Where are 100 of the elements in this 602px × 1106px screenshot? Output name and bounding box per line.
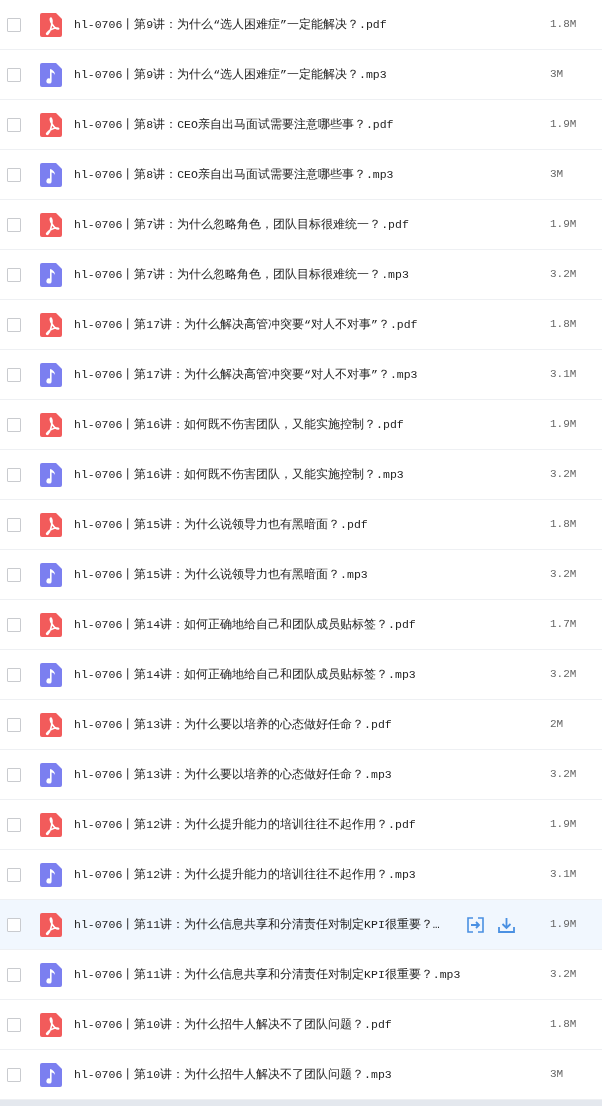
file-name: hl-0706丨第10讲：为什么招牛人解决不了团队问题？.pdf [74, 1016, 393, 1033]
file-name: hl-0706丨第12讲：为什么提升能力的培训往往不起作用？.mp3 [74, 866, 417, 883]
music-file-icon [40, 262, 62, 287]
file-name: hl-0706丨第7讲：为什么忽略角色，团队目标很难统一？.mp3 [74, 266, 410, 283]
file-row[interactable]: hl-0706丨第8讲：CEO亲自出马面试需要注意哪些事？.mp3 3M [0, 150, 602, 200]
checkbox[interactable] [7, 667, 21, 682]
checkbox[interactable] [7, 517, 21, 532]
file-row[interactable]: hl-0706丨第12讲：为什么提升能力的培训往往不起作用？.pdf 1.9M [0, 800, 602, 850]
pdf-file-icon [40, 12, 62, 37]
file-size: 3M [550, 1067, 565, 1083]
file-row[interactable]: hl-0706丨第14讲：如何正确地给自己和团队成员贴标签？.pdf 1.7M [0, 600, 602, 650]
download-icon[interactable] [498, 916, 515, 933]
pdf-file-icon [40, 1012, 62, 1037]
checkbox[interactable] [7, 17, 21, 32]
file-name: hl-0706丨第15讲：为什么说领导力也有黑暗面？.mp3 [74, 566, 369, 583]
checkbox[interactable] [7, 767, 21, 782]
file-size: 3M [550, 67, 565, 83]
file-size: 1.9M [550, 417, 578, 433]
file-size: 1.9M [550, 917, 578, 933]
music-file-icon [40, 862, 62, 887]
pdf-file-icon [40, 912, 62, 937]
checkbox[interactable] [7, 217, 21, 232]
file-name: hl-0706丨第11讲：为什么信息共享和分清责任对制定KPI很重要？… [74, 916, 441, 933]
file-size: 3.1M [550, 867, 578, 883]
file-size: 1.8M [550, 517, 578, 533]
checkbox[interactable] [7, 267, 21, 282]
file-name: hl-0706丨第14讲：如何正确地给自己和团队成员贴标签？.pdf [74, 616, 417, 633]
checkbox[interactable] [7, 467, 21, 482]
file-size: 3.2M [550, 567, 578, 583]
pdf-file-icon [40, 712, 62, 737]
file-name: hl-0706丨第15讲：为什么说领导力也有黑暗面？.pdf [74, 516, 369, 533]
checkbox[interactable] [7, 117, 21, 132]
file-row[interactable]: hl-0706丨第16讲：如何既不伤害团队，又能实施控制？.pdf 1.9M [0, 400, 602, 450]
file-name: hl-0706丨第9讲：为什么“选人困难症”一定能解决？.pdf [74, 16, 388, 33]
file-row[interactable]: hl-0706丨第17讲：为什么解决高管冲突要“对人不对事”？.mp3 3.1M [0, 350, 602, 400]
checkbox[interactable] [7, 167, 21, 182]
file-row[interactable]: hl-0706丨第13讲：为什么要以培养的心态做好任命？.mp3 3.2M [0, 750, 602, 800]
checkbox[interactable] [7, 967, 21, 982]
music-file-icon [40, 562, 62, 587]
checkbox[interactable] [7, 417, 21, 432]
share-icon[interactable] [467, 916, 484, 933]
music-file-icon [40, 362, 62, 387]
file-size: 3.2M [550, 267, 578, 283]
file-name: hl-0706丨第8讲：CEO亲自出马面试需要注意哪些事？.mp3 [74, 166, 395, 183]
file-name: hl-0706丨第7讲：为什么忽略角色，团队目标很难统一？.pdf [74, 216, 410, 233]
pdf-file-icon [40, 112, 62, 137]
file-name: hl-0706丨第8讲：CEO亲自出马面试需要注意哪些事？.pdf [74, 116, 395, 133]
checkbox[interactable] [7, 567, 21, 582]
file-size: 1.9M [550, 817, 578, 833]
file-row[interactable]: hl-0706丨第8讲：CEO亲自出马面试需要注意哪些事？.pdf 1.9M [0, 100, 602, 150]
file-row[interactable]: hl-0706丨第9讲：为什么“选人困难症”一定能解决？.pdf 1.8M [0, 0, 602, 50]
checkbox[interactable] [7, 867, 21, 882]
file-row[interactable]: hl-0706丨第17讲：为什么解决高管冲突要“对人不对事”？.pdf 1.8M [0, 300, 602, 350]
file-name: hl-0706丨第16讲：如何既不伤害团队，又能实施控制？.pdf [74, 416, 405, 433]
checkbox[interactable] [7, 617, 21, 632]
checkbox[interactable] [7, 717, 21, 732]
file-row[interactable]: hl-0706丨第15讲：为什么说领导力也有黑暗面？.mp3 3.2M [0, 550, 602, 600]
pdf-file-icon [40, 212, 62, 237]
file-row[interactable]: hl-0706丨第11讲：为什么信息共享和分清责任对制定KPI很重要？.mp3 3.2M [0, 950, 602, 1000]
music-file-icon [40, 162, 62, 187]
checkbox[interactable] [7, 1017, 21, 1032]
file-size: 3M [550, 167, 565, 183]
file-row[interactable]: hl-0706丨第10讲：为什么招牛人解决不了团队问题？.pdf 1.8M [0, 1000, 602, 1050]
file-size: 1.9M [550, 117, 578, 133]
file-row[interactable]: hl-0706丨第7讲：为什么忽略角色，团队目标很难统一？.mp3 3.2M [0, 250, 602, 300]
checkbox[interactable] [7, 1067, 21, 1082]
pdf-file-icon [40, 412, 62, 437]
file-row[interactable]: hl-0706丨第16讲：如何既不伤害团队，又能实施控制？.mp3 3.2M [0, 450, 602, 500]
file-row[interactable]: hl-0706丨第14讲：如何正确地给自己和团队成员贴标签？.mp3 3.2M [0, 650, 602, 700]
pdf-file-icon [40, 812, 62, 837]
file-name: hl-0706丨第13讲：为什么要以培养的心态做好任命？.pdf [74, 716, 393, 733]
pdf-file-icon [40, 612, 62, 637]
file-name: hl-0706丨第13讲：为什么要以培养的心态做好任命？.mp3 [74, 766, 393, 783]
file-name: hl-0706丨第17讲：为什么解决高管冲突要“对人不对事”？.mp3 [74, 366, 419, 383]
checkbox[interactable] [7, 67, 21, 82]
file-size: 1.8M [550, 17, 578, 33]
file-row[interactable]: hl-0706丨第9讲：为什么“选人困难症”一定能解决？.mp3 3M [0, 50, 602, 100]
checkbox[interactable] [7, 367, 21, 382]
file-row[interactable]: hl-0706丨第7讲：为什么忽略角色，团队目标很难统一？.pdf 1.9M [0, 200, 602, 250]
file-row[interactable]: hl-0706丨第15讲：为什么说领导力也有黑暗面？.pdf 1.8M [0, 500, 602, 550]
file-size: 3.2M [550, 467, 578, 483]
file-size: 3.2M [550, 767, 578, 783]
file-size: 1.7M [550, 617, 578, 633]
file-name: hl-0706丨第14讲：如何正确地给自己和团队成员贴标签？.mp3 [74, 666, 417, 683]
music-file-icon [40, 962, 62, 987]
file-name: hl-0706丨第16讲：如何既不伤害团队，又能实施控制？.mp3 [74, 466, 405, 483]
checkbox[interactable] [7, 917, 21, 932]
file-name: hl-0706丨第11讲：为什么信息共享和分清责任对制定KPI很重要？.mp3 [74, 966, 462, 983]
file-size: 2M [550, 717, 565, 733]
music-file-icon [40, 662, 62, 687]
checkbox[interactable] [7, 317, 21, 332]
file-row[interactable]: hl-0706丨第10讲：为什么招牛人解决不了团队问题？.mp3 3M [0, 1050, 602, 1100]
file-row[interactable]: hl-0706丨第13讲：为什么要以培养的心态做好任命？.pdf 2M [0, 700, 602, 750]
checkbox[interactable] [7, 817, 21, 832]
file-name: hl-0706丨第12讲：为什么提升能力的培训往往不起作用？.pdf [74, 816, 417, 833]
file-row[interactable]: hl-0706丨第11讲：为什么信息共享和分清责任对制定KPI很重要？… 1.9M [0, 900, 602, 950]
music-file-icon [40, 1062, 62, 1087]
pdf-file-icon [40, 512, 62, 537]
music-file-icon [40, 462, 62, 487]
file-size: 3.1M [550, 367, 578, 383]
